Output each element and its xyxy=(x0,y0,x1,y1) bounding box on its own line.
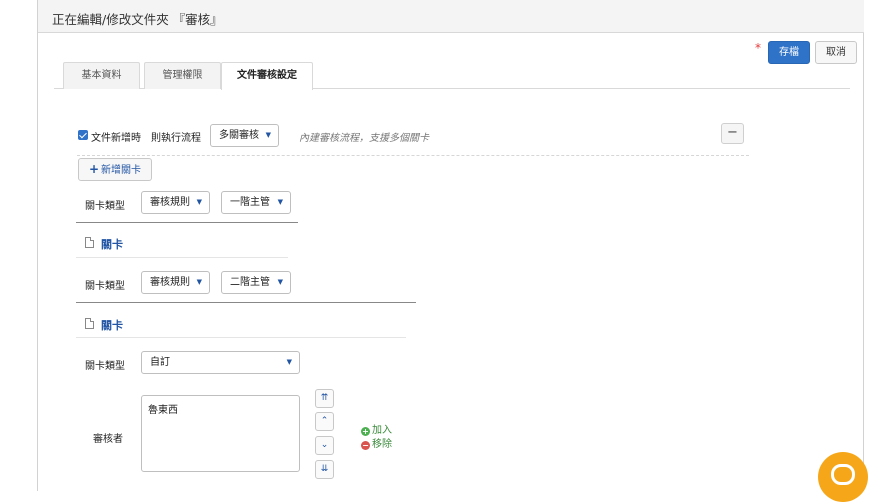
edit-panel: 正在編輯/修改文件夾 『審核』 * 存檔 取消 基本資料 管理權限 文件審核設定… xyxy=(37,0,864,491)
stage-3-title: 關卡 xyxy=(101,319,123,332)
stage-2-level-select[interactable]: 二階主管 ▼ xyxy=(221,271,291,294)
add-reviewer-link[interactable]: + 加入 xyxy=(361,421,392,436)
chevron-down-icon: ▼ xyxy=(265,131,271,139)
stage-1-level-select[interactable]: 一階主管 ▼ xyxy=(221,191,291,214)
enable-workflow-checkbox[interactable] xyxy=(78,130,88,140)
stage-2-rule-value: 審核規則 xyxy=(150,277,190,288)
reviewer-item[interactable]: 魯東西 xyxy=(148,401,293,416)
chevron-down-icon: ▼ xyxy=(196,198,202,206)
page-title: 正在編輯/修改文件夾 『審核』 xyxy=(52,12,223,27)
chevron-down-icon: ▼ xyxy=(286,358,292,366)
workflow-mode-select[interactable]: 多關審核 ▼ xyxy=(210,124,279,147)
stage-1-rule-value: 審核規則 xyxy=(150,197,190,208)
plus-icon: + xyxy=(88,162,100,176)
chat-launcher-button[interactable] xyxy=(818,452,868,502)
stage-divider xyxy=(76,222,298,223)
tab-permissions[interactable]: 管理權限 xyxy=(144,62,221,89)
stage-3-type-label: 關卡類型 xyxy=(85,361,125,372)
reviewer-label: 審核者 xyxy=(93,434,123,445)
tab-basic-info[interactable]: 基本資料 xyxy=(63,62,140,89)
stage-3-type-value: 自訂 xyxy=(150,357,170,368)
remove-workflow-button[interactable]: − xyxy=(721,123,744,144)
title-bar: 正在編輯/修改文件夾 『審核』 xyxy=(38,0,864,33)
stage-2-rule-select[interactable]: 審核規則 ▼ xyxy=(141,271,210,294)
stage-1-level-value: 一階主管 xyxy=(230,197,270,208)
add-stage-label: 新增關卡 xyxy=(101,165,142,176)
move-down-button[interactable]: ⌄ xyxy=(315,436,334,455)
move-up-button[interactable]: ⌃ xyxy=(315,412,334,431)
stage-2-title: 關卡 xyxy=(101,238,123,251)
remove-reviewer-link[interactable]: − 移除 xyxy=(361,435,392,450)
stage-2-level-value: 二階主管 xyxy=(230,277,270,288)
move-top-button[interactable]: ⇈ xyxy=(315,389,334,408)
minus-circle-icon: − xyxy=(361,441,370,450)
workflow-mode-value: 多關審核 xyxy=(219,130,259,141)
stage-1-type-label: 關卡類型 xyxy=(85,201,125,212)
chevron-down-icon: ▼ xyxy=(277,198,283,206)
document-icon xyxy=(85,318,94,329)
add-stage-button[interactable]: + 新增關卡 xyxy=(78,158,152,181)
stage-title-divider xyxy=(76,337,406,338)
remove-reviewer-label: 移除 xyxy=(372,439,392,450)
document-icon xyxy=(85,237,94,248)
chevron-down-icon: ▼ xyxy=(196,278,202,286)
reviewer-listbox[interactable]: 魯東西 xyxy=(141,395,300,472)
stage-title-divider xyxy=(76,257,288,258)
workflow-row: 文件新增時 則執行流程 多關審核 ▼ 內建審核流程，支援多個關卡 xyxy=(78,124,750,148)
workflow-hint: 內建審核流程，支援多個關卡 xyxy=(299,133,429,144)
chevron-down-icon: ▼ xyxy=(277,278,283,286)
move-bottom-button[interactable]: ⇊ xyxy=(315,460,334,479)
enable-workflow-label: 文件新增時 xyxy=(91,133,141,144)
page: 正在編輯/修改文件夾 『審核』 * 存檔 取消 基本資料 管理權限 文件審核設定… xyxy=(0,0,884,502)
dashed-divider xyxy=(77,155,749,156)
tab-review-settings[interactable]: 文件審核設定 xyxy=(221,62,313,90)
stage-1-rule-select[interactable]: 審核規則 ▼ xyxy=(141,191,210,214)
tab-bar: 基本資料 管理權限 文件審核設定 xyxy=(54,62,850,90)
save-button[interactable]: 存檔 xyxy=(768,41,810,64)
run-workflow-label: 則執行流程 xyxy=(151,133,201,144)
stage-2-type-label: 關卡類型 xyxy=(85,281,125,292)
chat-bubble-icon xyxy=(831,464,855,485)
cancel-button[interactable]: 取消 xyxy=(815,41,857,64)
required-marker: * xyxy=(755,41,761,55)
stage-divider xyxy=(76,302,416,303)
stage-3-type-select[interactable]: 自訂 ▼ xyxy=(141,351,300,374)
